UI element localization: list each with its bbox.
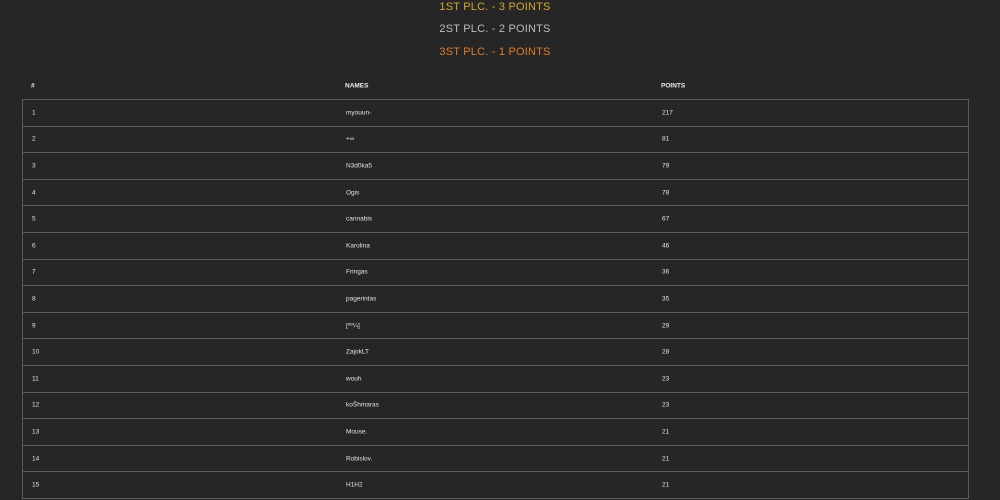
row-rank: 2 — [32, 135, 36, 143]
row-rank: 15 — [32, 481, 40, 489]
row-name: [ºº¼] — [346, 322, 360, 330]
row-points: 46 — [662, 242, 670, 250]
row-points: 79 — [662, 162, 670, 170]
row-name: koŠhmaras — [346, 401, 379, 409]
table-row: 11 wouh 23 — [23, 366, 968, 393]
row-name: cannabis — [346, 215, 373, 223]
table-row: 3 N3d0ka5 79 — [23, 153, 968, 180]
row-name: N3d0ka5 — [346, 162, 373, 170]
row-name: Fringas — [346, 268, 368, 276]
row-rank: 7 — [32, 268, 36, 276]
row-rank: 9 — [32, 322, 36, 330]
row-name: myouun- — [346, 109, 372, 117]
award-second-place: 2ST PLC. - 2 POINTS — [439, 23, 551, 35]
row-name: ZajokLT — [346, 348, 369, 356]
table-row: 2 +∞ 81 — [23, 127, 968, 154]
row-points: 28 — [662, 348, 670, 356]
table-body: 1 myouun- 217 2 +∞ 81 3 N3d0ka5 79 4 Ogis 78 5 cannab… — [22, 99, 969, 499]
table-row: 7 Fringas 36 — [23, 260, 968, 287]
row-points: 78 — [662, 189, 670, 197]
row-rank: 6 — [32, 242, 36, 250]
row-points: 36 — [662, 268, 670, 276]
row-name: Mouse. — [346, 428, 368, 436]
row-rank: 14 — [32, 455, 40, 463]
row-rank: 10 — [32, 348, 40, 356]
row-name: +∞ — [346, 135, 355, 143]
table-row: 10 ZajokLT 28 — [23, 339, 968, 366]
row-points: 21 — [662, 481, 670, 489]
table-row: 12 koŠhmaras 23 — [23, 393, 968, 420]
table-row: 8 pagerintas 35 — [23, 286, 968, 313]
row-name: Robislov. — [346, 455, 373, 463]
row-points: 67 — [662, 215, 670, 223]
award-first-place: 1ST PLC. - 3 POINTS — [439, 1, 551, 13]
row-name: pagerintas — [346, 295, 377, 303]
table-row: 14 Robislov. 21 — [23, 446, 968, 473]
row-rank: 11 — [32, 375, 39, 383]
table-row: 15 H1H2 21 — [23, 472, 968, 499]
row-rank: 5 — [32, 215, 36, 223]
header-rank: # — [31, 82, 35, 90]
table-row: 4 Ogis 78 — [23, 180, 968, 207]
table-row: 5 cannabis 67 — [23, 206, 968, 233]
row-points: 23 — [662, 401, 670, 409]
row-name: Karolina — [346, 242, 370, 250]
table-header: # NAMES POINTS — [22, 73, 969, 99]
row-points: 35 — [662, 295, 670, 303]
table-row: 13 Mouse. 21 — [23, 419, 968, 446]
award-third-place: 3ST PLC. - 1 POINTS — [439, 46, 551, 58]
row-name: Ogis — [346, 189, 360, 197]
row-rank: 8 — [32, 295, 36, 303]
row-rank: 12 — [32, 401, 40, 409]
row-points: 23 — [662, 375, 670, 383]
row-points: 29 — [662, 322, 670, 330]
row-rank: 4 — [32, 189, 36, 197]
row-points: 217 — [662, 109, 673, 117]
row-rank: 1 — [32, 109, 36, 117]
header-names: NAMES — [345, 82, 369, 90]
row-points: 21 — [662, 428, 670, 436]
table-row: 6 Karolina 46 — [23, 233, 968, 260]
table-row: 1 myouun- 217 — [23, 100, 968, 127]
row-name: wouh — [346, 375, 362, 383]
header-points: POINTS — [661, 82, 686, 90]
row-rank: 13 — [32, 428, 40, 436]
row-rank: 3 — [32, 162, 36, 170]
row-points: 81 — [662, 135, 670, 143]
row-points: 21 — [662, 455, 670, 463]
table-row: 9 [ºº¼] 29 — [23, 313, 968, 340]
row-name: H1H2 — [346, 481, 363, 489]
leaderboard-table: # NAMES POINTS 1 myouun- 217 2 +∞ 81 3 N3d0ka5 7… — [22, 73, 969, 499]
